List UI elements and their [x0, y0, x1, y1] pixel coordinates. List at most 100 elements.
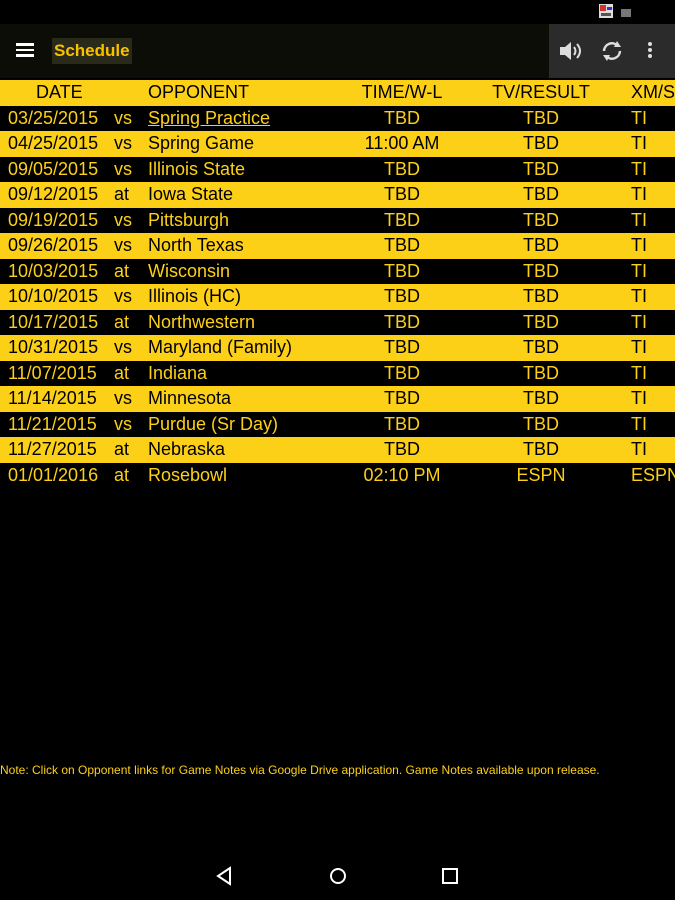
game-time: TBD [384, 362, 420, 383]
home-away: at [114, 362, 130, 383]
opponent: Maryland (Family) [148, 337, 293, 357]
game-date: 01/01/2016 [8, 464, 99, 485]
refresh-icon[interactable] [597, 36, 627, 66]
opponent: Illinois (HC) [148, 286, 242, 306]
opponent: Rosebowl [148, 464, 228, 485]
opponent: Northwestern [148, 311, 256, 332]
tv-result: TBD [523, 311, 559, 332]
game-date: 10/17/2015 [8, 311, 99, 332]
opponent: Minnesota [148, 388, 232, 408]
xm-station: TI [631, 209, 647, 230]
opponent: Illinois State [148, 158, 246, 179]
app-bar: Schedule [0, 24, 675, 78]
tv-result: TBD [523, 209, 559, 230]
xm-station: TI [631, 337, 647, 357]
home-away: vs [114, 209, 132, 230]
xm-station: TI [631, 260, 647, 281]
home-icon[interactable] [326, 864, 350, 888]
table-row: 11/27/2015 at Nebraska TBD TBD TI [0, 437, 675, 463]
xm-station: TI [631, 388, 647, 408]
xm-station: TI [631, 235, 647, 255]
home-away: at [114, 311, 130, 332]
table-row: 11/14/2015 vs Minnesota TBD TBD TI [0, 386, 675, 412]
xm-station: TI [631, 413, 647, 434]
header-opponent: OPPONENT [148, 82, 250, 102]
game-date: 03/25/2015 [8, 107, 99, 128]
game-date: 11/14/2015 [8, 388, 97, 408]
game-date: 10/03/2015 [8, 260, 99, 281]
opponent: North Texas [148, 235, 244, 255]
game-time: TBD [384, 184, 420, 204]
menu-icon[interactable] [16, 40, 38, 62]
game-time: TBD [384, 158, 420, 179]
game-time: 02:10 PM [363, 464, 441, 485]
xm-station: TI [631, 133, 647, 153]
header-date: DATE [36, 82, 83, 102]
table-row: 10/31/2015 vs Maryland (Family) TBD TBD … [0, 335, 675, 361]
table-row: 09/12/2015 at Iowa State TBD TBD TI [0, 182, 675, 208]
notification-icon [621, 9, 631, 17]
xm-station: TI [631, 184, 647, 204]
table-row: 10/03/2015 at Wisconsin TBD TBD TI [0, 258, 675, 284]
back-icon[interactable] [213, 864, 237, 888]
game-time: TBD [384, 209, 420, 230]
tv-result: TBD [523, 184, 559, 204]
footnote: Note: Click on Opponent links for Game N… [0, 763, 600, 777]
game-time: TBD [384, 311, 420, 332]
table-row: 09/05/2015 vs Illinois State TBD TBD TI [0, 156, 675, 182]
home-away: at [114, 184, 130, 204]
tv-result: ESPN [516, 464, 566, 485]
game-time: TBD [384, 260, 420, 281]
home-away: at [114, 439, 130, 459]
game-time: TBD [384, 439, 420, 459]
table-header: DATE OPPONENT TIME/W-L TV/RESULT XM/S [0, 80, 675, 106]
table-row: 04/25/2015 vs Spring Game 11:00 AM TBD T… [0, 131, 675, 157]
tv-result: TBD [523, 107, 559, 128]
game-date: 04/25/2015 [8, 133, 99, 153]
home-away: at [114, 260, 130, 281]
table-row: 03/25/2015 vs Spring Practice TBD TBD TI [0, 105, 675, 132]
opponent: Purdue (Sr Day) [148, 413, 279, 434]
page-title: Schedule [52, 38, 132, 64]
volume-icon[interactable] [555, 36, 585, 66]
game-time: TBD [384, 388, 420, 408]
game-time: 11:00 AM [364, 133, 440, 153]
table-row: 01/01/2016 at Rosebowl 02:10 PM ESPN ESP… [0, 462, 675, 488]
action-buttons [549, 24, 675, 78]
tv-result: TBD [523, 362, 559, 383]
tv-result: TBD [523, 388, 559, 408]
home-away: vs [114, 388, 132, 408]
recents-icon[interactable] [438, 864, 462, 888]
header-tv: TV/RESULT [492, 82, 590, 102]
home-away: vs [114, 286, 132, 306]
home-away: vs [114, 235, 132, 255]
table-row: 09/26/2015 vs North Texas TBD TBD TI [0, 233, 675, 259]
tv-result: TBD [523, 235, 559, 255]
tv-result: TBD [523, 158, 559, 179]
game-date: 11/27/2015 [8, 439, 97, 459]
home-away: vs [114, 413, 132, 434]
opponent: Indiana [148, 362, 208, 383]
tv-result: TBD [523, 286, 559, 306]
home-away: vs [114, 158, 132, 179]
game-date: 10/31/2015 [8, 337, 99, 357]
xm-station: TI [631, 158, 647, 179]
game-date: 09/19/2015 [8, 209, 99, 230]
xm-station: TI [631, 439, 647, 459]
opponent-link[interactable]: Spring Practice [148, 106, 270, 132]
overflow-menu-icon[interactable] [635, 36, 665, 66]
header-xm: XM/S [631, 82, 675, 102]
schedule-table: DATE OPPONENT TIME/W-L TV/RESULT XM/S 03… [0, 80, 675, 488]
xm-station: TI [631, 311, 647, 332]
xm-station: TI [631, 107, 647, 128]
game-date: 11/21/2015 [8, 413, 97, 434]
tv-result: TBD [523, 439, 559, 459]
tv-result: TBD [523, 337, 559, 357]
header-time: TIME/W-L [361, 82, 443, 102]
game-time: TBD [384, 413, 420, 434]
xm-station: TI [631, 286, 647, 306]
game-date: 09/05/2015 [8, 158, 99, 179]
home-away: vs [114, 107, 132, 128]
game-time: TBD [384, 235, 420, 255]
tv-result: TBD [523, 133, 559, 153]
